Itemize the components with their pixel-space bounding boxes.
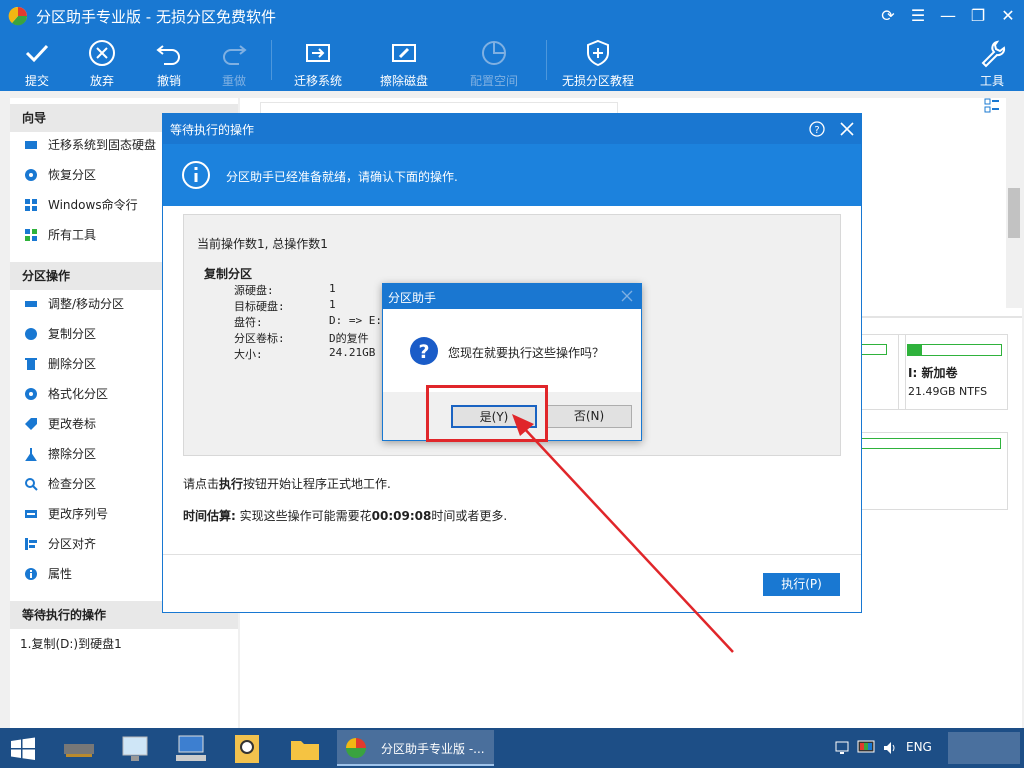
- toolbar-separator: [271, 40, 272, 80]
- redo-button[interactable]: 重做: [204, 36, 264, 88]
- pointer-arrow: [512, 414, 734, 653]
- question-icon: ?: [410, 337, 438, 365]
- partition-i-usage-fill: [908, 345, 922, 355]
- op-value-target-disk: 1: [329, 298, 336, 311]
- op-key-size: 大小:: [234, 348, 263, 361]
- pie-clock-icon: [482, 41, 506, 65]
- dialog-close-icon[interactable]: [839, 121, 855, 137]
- disk-icon: [25, 141, 37, 149]
- minimize-button[interactable]: —: [934, 4, 962, 28]
- clock-area[interactable]: [948, 732, 1020, 764]
- partition-usage-bar-2: [861, 438, 1001, 449]
- execute-button[interactable]: 执行(P): [763, 573, 840, 596]
- magnifier-icon: [25, 478, 38, 491]
- partition-i[interactable]: I: 新加卷 21.49GB NTFS: [898, 334, 1008, 410]
- monitor-keyboard-icon[interactable]: [170, 732, 212, 766]
- confirm-message: 您现在就要执行这些操作吗？: [448, 346, 605, 360]
- windows-icon: [25, 199, 37, 211]
- partition-block-2[interactable]: [858, 432, 1008, 510]
- op-key-source-disk: 源硬盘:: [234, 284, 274, 297]
- dialog-banner: 分区助手已经准备就绪，请确认下面的操作.: [163, 144, 861, 206]
- taskbar-active-app[interactable]: 分区助手专业版 -...: [337, 730, 494, 766]
- serial-icon: [25, 510, 37, 518]
- commit-button[interactable]: 提交: [7, 36, 67, 88]
- wipe-disk-button[interactable]: 擦除磁盘: [374, 36, 434, 88]
- help-icon[interactable]: ?: [809, 121, 825, 137]
- tools-button[interactable]: 工具: [962, 36, 1022, 88]
- op-value-drive-letter: D: => E:: [329, 314, 382, 327]
- operation-title: 复制分区: [204, 267, 253, 281]
- volume-tray-icon[interactable]: [882, 740, 898, 756]
- partition-i-info: 21.49GB NTFS: [908, 385, 988, 398]
- format-icon: [25, 388, 37, 400]
- display-tray-icon[interactable]: [857, 740, 875, 756]
- operation-count: 当前操作数1, 总操作数1: [197, 237, 328, 251]
- trash-icon: [25, 358, 37, 370]
- tutorial-button[interactable]: 无损分区教程: [558, 36, 638, 88]
- folder-icon[interactable]: [284, 732, 326, 766]
- confirm-close-icon[interactable]: [621, 290, 633, 302]
- migrate-disk-icon: [306, 44, 330, 62]
- op-value-source-disk: 1: [329, 282, 336, 295]
- svg-text:?: ?: [814, 125, 819, 136]
- shield-icon: [587, 39, 609, 67]
- confirm-header: 分区助手: [383, 284, 641, 309]
- taskbar-active-label: 分区助手专业版 -...: [381, 742, 485, 756]
- grid-icon: [25, 229, 37, 241]
- op-key-drive-letter: 盘符:: [234, 316, 263, 329]
- memory-chip-icon[interactable]: [58, 732, 100, 766]
- op-key-volume-label: 分区卷标:: [234, 332, 285, 345]
- scrollbar[interactable]: [1006, 98, 1022, 308]
- resize-icon: [25, 301, 37, 307]
- redo-icon: [223, 45, 247, 65]
- undo-button[interactable]: 撤销: [139, 36, 199, 88]
- cancel-circle-icon: [89, 40, 115, 66]
- wrench-icon: [981, 40, 1006, 68]
- recover-icon: [25, 169, 37, 181]
- network-computer-icon[interactable]: [114, 732, 156, 766]
- app-logo-icon: [8, 6, 28, 26]
- partition-assistant-icon: [346, 738, 366, 758]
- dialog-header: 等待执行的操作 ?: [163, 114, 861, 144]
- op-key-target-disk: 目标硬盘:: [234, 300, 285, 313]
- view-toggle-icon[interactable]: [984, 98, 1000, 114]
- window-title: 分区助手专业版 - 无损分区免费软件: [36, 8, 276, 26]
- discard-button[interactable]: 放弃: [72, 36, 132, 88]
- partition-usage-bar: [861, 344, 887, 355]
- dialog-title: 等待执行的操作: [170, 123, 255, 137]
- op-value-size: 24.21GB =: [329, 346, 389, 359]
- banner-text: 分区助手已经准备就绪，请确认下面的操作.: [226, 170, 458, 184]
- scrollbar-thumb[interactable]: [1008, 188, 1020, 238]
- copy-icon: [25, 328, 37, 340]
- refresh-icon[interactable]: ⟳: [874, 4, 902, 28]
- tag-icon: [25, 418, 37, 430]
- svg-text:?: ?: [418, 341, 429, 363]
- windows-start-icon[interactable]: [10, 737, 36, 761]
- network-tray-icon[interactable]: [834, 740, 850, 756]
- partition-i-usage-bar: [907, 344, 1002, 356]
- check-icon: [25, 44, 49, 63]
- search-tool-icon[interactable]: [226, 732, 268, 766]
- close-button[interactable]: ✕: [994, 4, 1022, 28]
- info-circle-icon: [182, 161, 210, 189]
- migrate-system-button[interactable]: 迁移系统: [288, 36, 348, 88]
- align-icon: [25, 538, 37, 550]
- partition-i-label: I: 新加卷: [908, 366, 958, 380]
- undo-icon: [156, 45, 180, 65]
- pending-operation-item[interactable]: 1.复制(D:)到硬盘1: [10, 629, 238, 659]
- op-value-volume-label: D的复件: [329, 332, 369, 345]
- time-estimate: 时间估算: 实现这些操作可能需要花00:09:08时间或者更多.: [183, 509, 508, 523]
- eraser-disk-icon: [392, 44, 416, 62]
- confirm-title: 分区助手: [388, 291, 437, 305]
- execute-hint: 请点击执行按钮开始让程序正式地工作.: [183, 477, 391, 491]
- broom-icon: [25, 448, 37, 461]
- allocate-space-button[interactable]: 配置空间: [464, 36, 524, 88]
- language-indicator[interactable]: ENG: [906, 740, 932, 754]
- info-icon: [25, 568, 37, 580]
- maximize-button[interactable]: ❐: [964, 4, 992, 28]
- menu-icon[interactable]: ☰: [904, 4, 932, 28]
- toolbar-separator: [546, 40, 547, 80]
